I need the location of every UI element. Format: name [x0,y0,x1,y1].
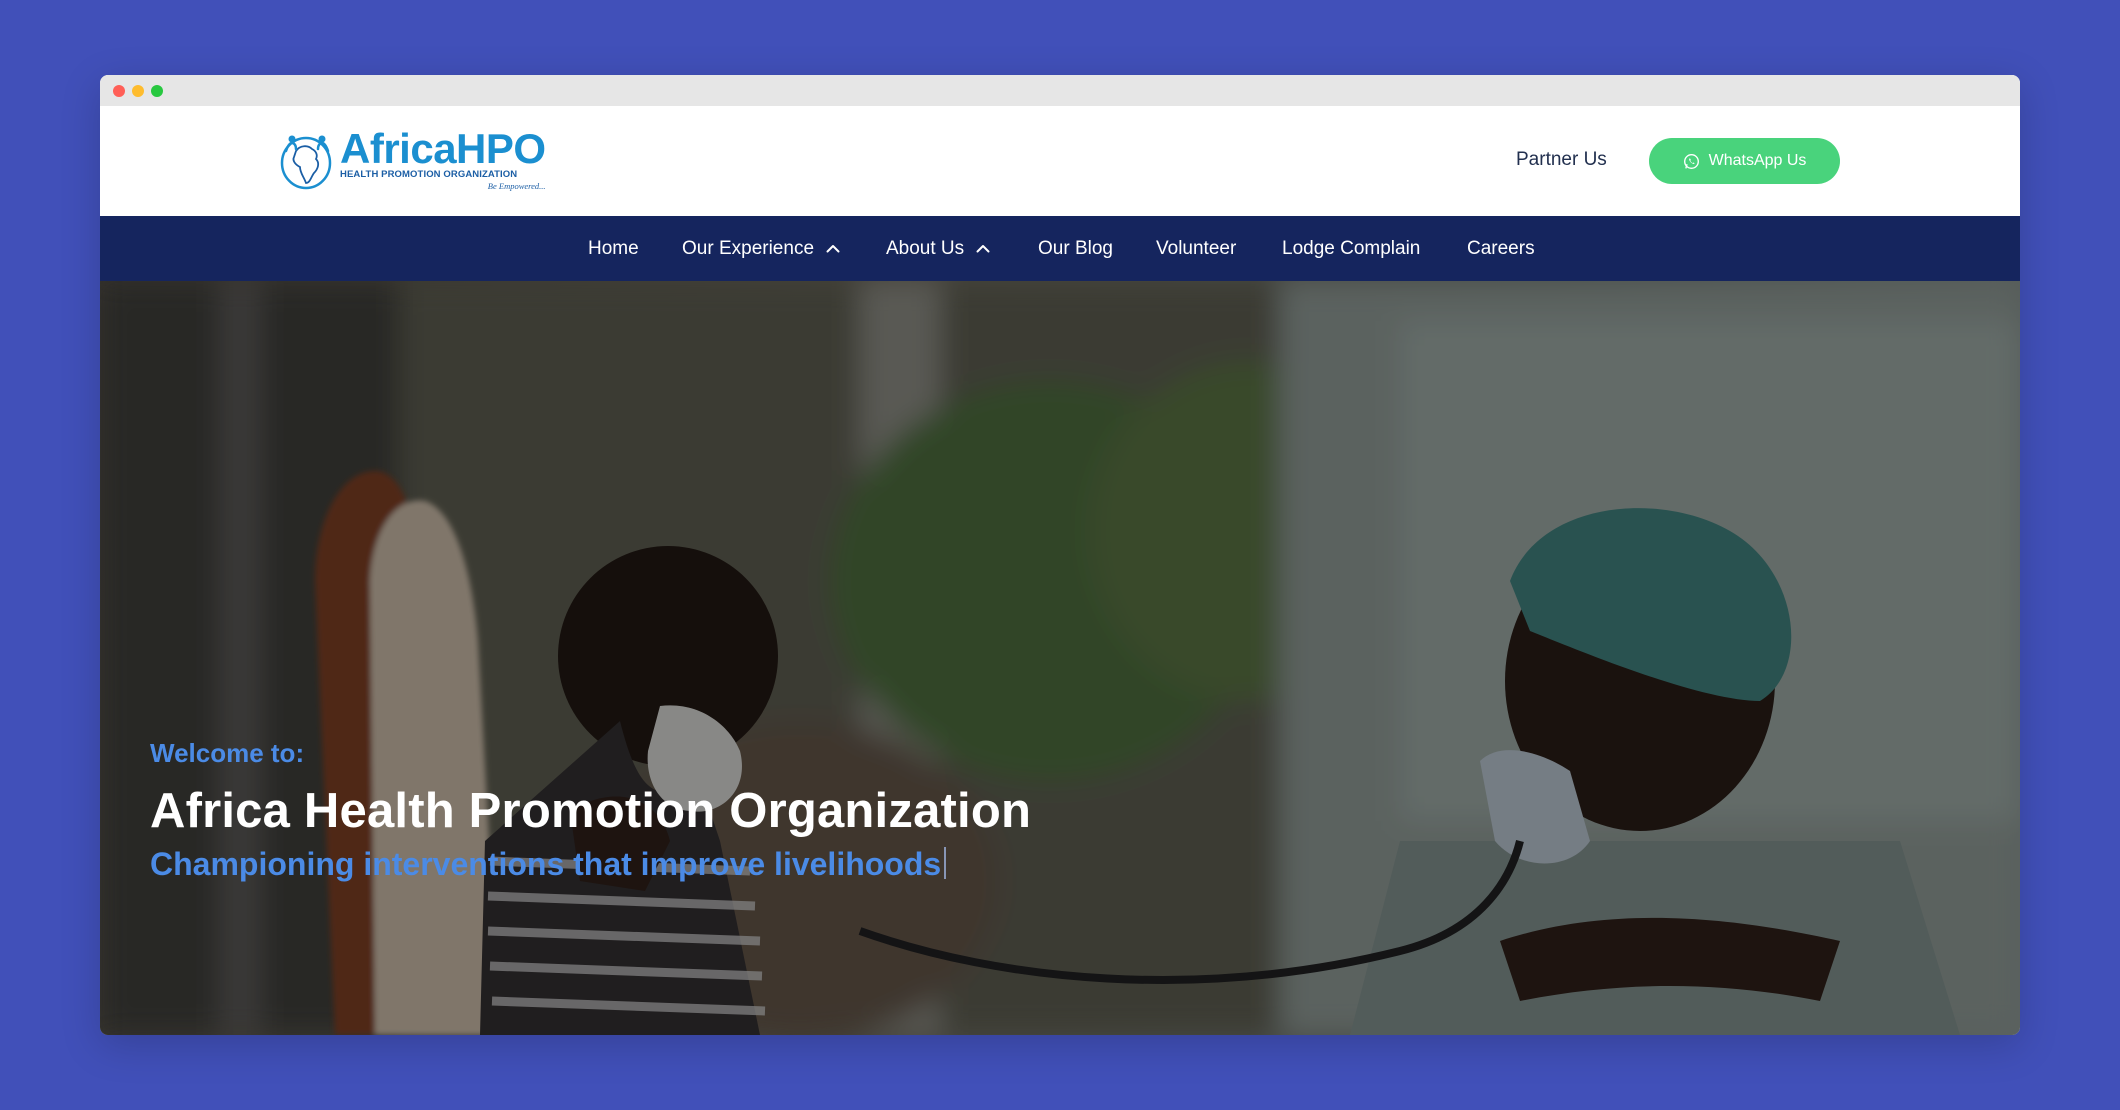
chevron-up-icon [976,245,990,253]
site-header: AfricaHPO HEALTH PROMOTION ORGANIZATION … [100,106,2020,216]
hero-tagline: Championing interventions that improve l… [150,842,1031,886]
nav-item-label: Our Blog [1038,237,1113,259]
whatsapp-icon [1683,153,1699,169]
logo-subtitle: HEALTH PROMOTION ORGANIZATION [340,169,518,180]
nav-item-label: Home [588,237,639,259]
hero-banner: Welcome to: Africa Health Promotion Orga… [100,281,2020,1035]
partner-us-link[interactable]: Partner Us [1516,146,1607,174]
nav-item-our-experience[interactable]: Our Experience [682,216,840,281]
nav-item-lodge-complain[interactable]: Lodge Complain [1282,216,1420,281]
nav-item-label: Volunteer [1156,237,1237,259]
nav-item-home[interactable]: Home [588,216,639,281]
logo-tagline: Be Empowered... [487,181,546,191]
nav-item-label: Our Experience [682,237,815,259]
logo-name: AfricaHPO [340,125,546,172]
site-logo[interactable]: AfricaHPO HEALTH PROMOTION ORGANIZATION … [278,126,546,194]
window-titlebar [100,75,2020,106]
main-nav: Home Our Experience About Us Our Blog Vo… [100,216,2020,281]
africa-map-logo-icon [280,135,332,190]
whatsapp-us-label: WhatsApp Us [1708,152,1807,169]
minimize-window-button[interactable] [132,85,144,97]
nav-item-about-us[interactable]: About Us [886,216,990,281]
hero-welcome: Welcome to: [150,738,305,768]
typing-cursor [944,847,947,879]
logo-text: AfricaHPO HEALTH PROMOTION ORGANIZATION … [340,125,546,192]
nav-item-label: About Us [886,237,965,259]
browser-window: AfricaHPO HEALTH PROMOTION ORGANIZATION … [100,75,2020,1035]
whatsapp-us-button[interactable]: WhatsApp Us [1649,138,1840,184]
hero-dark-overlay [100,281,2020,1035]
nav-item-careers[interactable]: Careers [1467,216,1535,281]
hero-tagline-text: Championing interventions that improve l… [150,846,942,882]
nav-item-label: Lodge Complain [1282,237,1421,259]
nav-item-label: Careers [1467,237,1535,259]
nav-item-volunteer[interactable]: Volunteer [1156,216,1236,281]
zoom-window-button[interactable] [151,85,163,97]
hero-text-block: Welcome to: Africa Health Promotion Orga… [150,736,1031,886]
close-window-button[interactable] [113,85,125,97]
nav-item-our-blog[interactable]: Our Blog [1038,216,1113,281]
hero-title: Africa Health Promotion Organization [150,784,1032,838]
chevron-up-icon [826,245,840,253]
